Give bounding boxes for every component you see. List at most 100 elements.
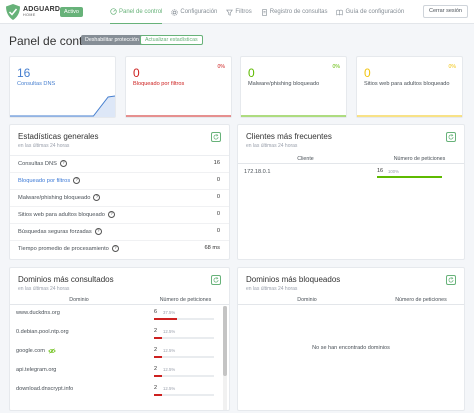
help-icon[interactable]: ? [73,177,81,184]
table-header: Dominio Número de peticiones [10,294,229,305]
stat-row-safesearch: Búsquedas seguras forzadas? 0 [10,224,229,241]
help-icon[interactable]: ? [111,245,119,252]
stat-percent: 0% [217,64,226,70]
stat-row-value: 68 ms [204,245,221,251]
refresh-blocked-button[interactable] [446,275,456,285]
refresh-icon [448,134,454,140]
scrollbar[interactable] [223,306,227,410]
column-header-domain: Dominio [69,297,89,303]
stat-row-label: Sitios web para adultos bloqueado [18,211,105,218]
log-icon [261,8,267,16]
request-percent: 100% [388,169,399,174]
stat-row-value: 0 [216,228,220,234]
stat-row-label: Consultas DNS [18,160,57,167]
client-ip[interactable]: 172.18.0.1 [244,169,270,175]
stat-row-label: Malware/phishing bloqueado [18,194,91,201]
request-bar [154,375,214,377]
dns-queries-sparkline [10,95,115,117]
stat-percent: 0% [332,64,341,70]
adult-sparkline [357,115,462,117]
nav-settings[interactable]: Configuración [171,0,217,24]
stat-value: 0 [248,66,255,80]
logout-button[interactable]: Cerrar sesión [422,5,468,18]
top-blocked-panel: Dominios más bloqueados en las últimas 2… [237,267,465,411]
stat-label: Sitios web para adultos bloqueado [364,81,450,87]
domain-link[interactable]: google.com [16,348,45,354]
column-header-requests: Número de peticiones [393,156,446,162]
request-count: 2 [154,347,158,353]
refresh-icon [213,277,219,283]
nav-dashboard[interactable]: Panel de control [110,0,163,24]
top-header: ADGUARD HOME Activo Panel de control Con… [0,0,474,24]
request-bar [154,394,214,396]
stat-row-value: 16 [213,160,220,166]
help-icon[interactable]: ? [94,228,102,235]
column-header-domain: Dominio [297,297,317,303]
request-bar [154,318,214,320]
nav-query-log[interactable]: Registro de consultas [261,0,328,24]
request-bar-fill [377,176,442,178]
nav-label: Registro de consultas [269,9,328,15]
filter-icon [226,9,234,16]
stat-card-adult-blocked: 0 Sitios web para adultos bloqueado 0% [356,56,463,118]
dashboard-icon [110,8,117,15]
request-bar-fill [154,337,162,339]
malware-sparkline [241,115,346,117]
column-header-requests: Número de peticiones [395,297,447,303]
refresh-stats-button[interactable]: Actualizar estadísticas [140,35,203,45]
request-bar-fill [154,375,162,377]
nav-setup-guide[interactable]: Guía de configuración [336,0,404,24]
request-bar-fill [154,318,177,320]
stat-label: Bloqueado por filtros [133,81,185,87]
disable-protection-button[interactable]: Deshabilitar protección [81,35,143,45]
help-icon[interactable]: ? [93,194,101,201]
panel-title: Dominios más consultados [18,275,114,284]
stat-row-dns: Consultas DNS? 16 [10,156,229,173]
panel-title: Estadísticas generales [18,132,99,141]
blocked-filters-link[interactable]: Bloqueado por filtros [18,178,70,184]
panel-subtitle: en las últimas 24 horas [246,143,298,149]
adguard-logo[interactable]: ADGUARD HOME [6,3,60,21]
logo-title: ADGUARD [23,6,61,14]
stat-value: 16 [17,66,31,80]
panel-subtitle: en las últimas 24 horas [18,143,70,149]
stat-value: 0 [364,66,371,80]
refresh-icon [448,277,454,283]
table-header: Dominio Número de peticiones [238,294,464,305]
top-clients-panel: Clientes más frecuentes en las últimas 2… [237,124,465,260]
empty-table-message: No se han encontrado dominios [312,345,390,351]
panel-title: Dominios más bloqueados [246,275,341,284]
request-bar [377,176,442,178]
nav-label: Panel de control [119,8,163,15]
stat-row-value: 0 [216,177,220,183]
nav-label: Filtros [235,9,252,15]
stat-label: Malware/phishing bloqueado [248,81,320,87]
stat-row-value: 0 [216,211,220,217]
request-count: 2 [154,385,158,391]
stat-row-avg-time: Tiempo promedio de procesamiento? 68 ms [10,241,229,258]
nav-filters[interactable]: Filtros [226,0,252,24]
stat-card-dns-queries: 16 Consultas DNS [9,56,116,118]
stat-value: 0 [133,66,140,80]
help-icon[interactable]: ? [59,160,67,167]
gear-icon [171,8,179,16]
refresh-clients-button[interactable] [446,132,456,142]
eye-slash-icon[interactable] [48,348,56,354]
scrollbar-thumb[interactable] [223,306,227,376]
domain-link[interactable]: www.duckdns.org [16,310,60,316]
stat-row-malware: Malware/phishing bloqueado? 0 [10,190,229,207]
refresh-general-button[interactable] [211,132,221,142]
shield-logo-icon [6,4,20,20]
panel-title: Clientes más frecuentes [246,132,332,141]
blocked-filters-sparkline [126,115,231,117]
main-nav: Panel de control Configuración Filtros R… [110,0,413,24]
request-count: 2 [154,366,158,372]
domain-link[interactable]: 0.debian.pool.ntp.org [16,329,69,335]
help-icon[interactable]: ? [107,211,115,218]
request-bar-fill [154,394,162,396]
book-icon [336,9,344,15]
domain-link[interactable]: api.telegram.org [16,367,56,373]
refresh-queried-button[interactable] [211,275,221,285]
request-bar-fill [154,356,162,358]
domain-link[interactable]: download.dnscrypt.info [16,386,73,392]
